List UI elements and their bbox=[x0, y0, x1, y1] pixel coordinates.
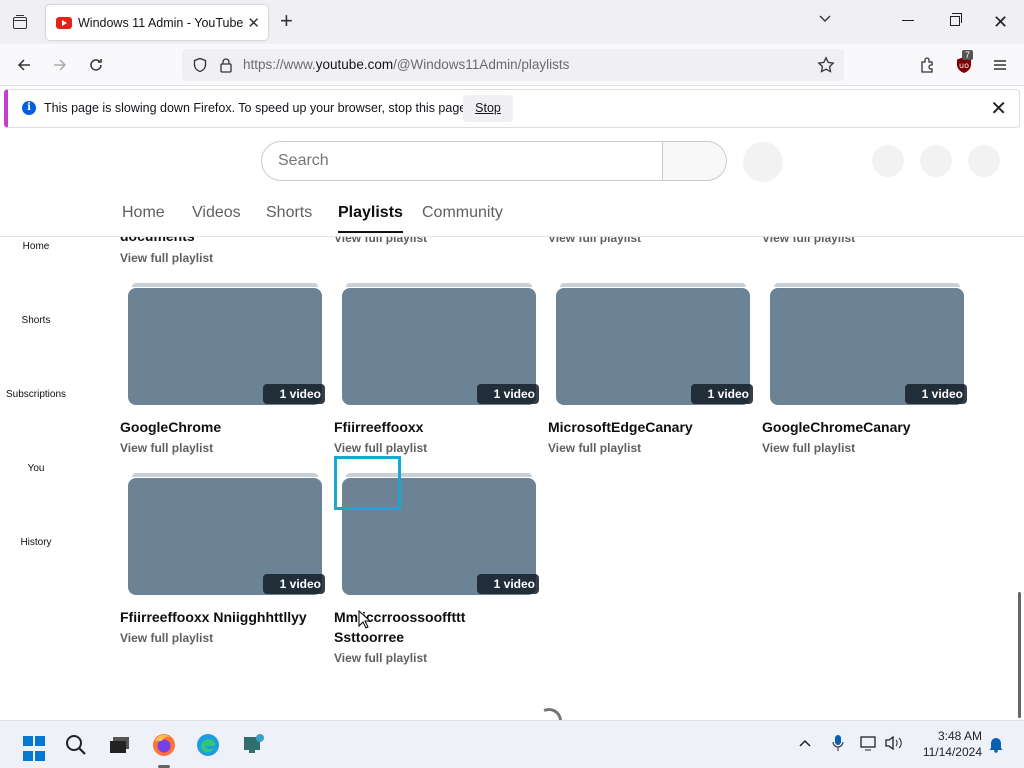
video-count-badge: 1 video bbox=[477, 384, 539, 404]
back-arrow-icon[interactable] bbox=[12, 53, 36, 77]
tracking-shield-icon[interactable] bbox=[188, 53, 212, 77]
windows-taskbar: 3:48 AM 11/14/2024 bbox=[0, 720, 1024, 768]
playlist-title[interactable]: GoogleChromeCanary bbox=[762, 417, 977, 437]
sidebar-item-you[interactable]: You bbox=[0, 463, 72, 474]
view-full-playlist-link[interactable]: View full playlist bbox=[120, 631, 213, 645]
search-button[interactable] bbox=[663, 141, 727, 181]
bookmark-star-icon[interactable] bbox=[814, 53, 838, 77]
network-icon[interactable] bbox=[860, 735, 878, 754]
tab-playlists[interactable]: Playlists bbox=[338, 204, 403, 233]
browser-tab-active[interactable]: Windows 11 Admin - YouTube ✕ bbox=[46, 5, 268, 40]
system-clock[interactable]: 3:48 AM 11/14/2024 bbox=[912, 728, 982, 760]
page-scrollbar[interactable] bbox=[1018, 592, 1021, 718]
view-full-playlist-link[interactable]: View full playlist bbox=[120, 251, 213, 265]
volume-icon[interactable] bbox=[884, 735, 904, 754]
window-restore-button[interactable] bbox=[950, 13, 962, 26]
notification-close-icon[interactable]: ✕ bbox=[990, 96, 1007, 121]
mouse-cursor-icon bbox=[358, 610, 372, 629]
extensions-puzzle-icon[interactable] bbox=[916, 53, 940, 77]
view-full-playlist-link[interactable]: View full playlist bbox=[120, 441, 213, 455]
reload-icon[interactable] bbox=[84, 53, 108, 77]
svg-text:uo: uo bbox=[959, 61, 969, 70]
window-minimize-button[interactable] bbox=[902, 20, 914, 21]
sidebar-item-subscriptions[interactable]: Subscriptions bbox=[0, 389, 72, 400]
loading-spinner-icon bbox=[532, 704, 566, 720]
notification-message: This page is slowing down Firefox. To sp… bbox=[44, 101, 470, 115]
youtube-favicon-icon bbox=[56, 16, 72, 29]
tab-community[interactable]: Community bbox=[422, 204, 503, 222]
chevron-up-icon[interactable] bbox=[798, 736, 812, 752]
screen: Windows 11 Admin - YouTube ✕ + ✕ https:/… bbox=[0, 0, 1024, 768]
view-full-playlist-link[interactable]: View full playlist bbox=[548, 441, 641, 455]
notification-bell-icon[interactable] bbox=[988, 735, 1004, 756]
clock-time: 3:48 AM bbox=[937, 729, 982, 743]
sidebar-item-history[interactable]: History bbox=[0, 537, 72, 548]
video-count-badge: 1 video bbox=[691, 384, 753, 404]
view-full-playlist-link[interactable]: View full playlist bbox=[334, 651, 427, 665]
create-button[interactable] bbox=[872, 145, 904, 177]
forward-arrow-icon[interactable] bbox=[48, 53, 72, 77]
voice-search-button[interactable] bbox=[743, 142, 783, 182]
search-icon[interactable] bbox=[62, 731, 90, 759]
tab-shorts[interactable]: Shorts bbox=[266, 204, 312, 222]
chevron-down-icon[interactable] bbox=[818, 12, 832, 31]
sidebar-item-shorts[interactable]: Shorts bbox=[0, 315, 72, 326]
stop-button[interactable]: Stop bbox=[463, 95, 513, 122]
avatar[interactable] bbox=[968, 145, 1000, 177]
playlist-title[interactable]: Mmiiccrroossooffttt Ssttoorree bbox=[334, 607, 474, 647]
remote-desktop-icon[interactable] bbox=[240, 731, 268, 759]
notifications-button[interactable] bbox=[920, 145, 952, 177]
clock-date: 11/14/2024 bbox=[922, 745, 982, 759]
window-close-button[interactable]: ✕ bbox=[993, 12, 1008, 33]
view-full-playlist-link[interactable]: View full playlist bbox=[334, 441, 427, 455]
video-count-badge: 1 video bbox=[905, 384, 967, 404]
video-count-badge: 1 video bbox=[477, 574, 539, 594]
playlist-title[interactable]: MicrosoftEdgeCanary bbox=[548, 417, 763, 437]
slow-page-notification: i This page is slowing down Firefox. To … bbox=[4, 89, 1020, 128]
sidebar-item-home[interactable]: Home bbox=[0, 241, 72, 252]
tab-title: Windows 11 Admin - YouTube bbox=[78, 15, 244, 30]
browser-tab-bar: Windows 11 Admin - YouTube ✕ + ✕ bbox=[0, 0, 1024, 44]
youtube-page: Home Videos Shorts Playlists Community d… bbox=[0, 130, 1024, 720]
tab-home[interactable]: Home bbox=[122, 204, 165, 222]
url-bar[interactable]: https://www.youtube.com/@Windows11Admin/… bbox=[182, 49, 844, 81]
channel-tabs: Home Videos Shorts Playlists Community bbox=[0, 200, 1024, 237]
tab-close-icon[interactable]: ✕ bbox=[247, 14, 260, 32]
list-all-tabs-icon[interactable] bbox=[8, 10, 32, 34]
microphone-icon[interactable] bbox=[832, 734, 844, 755]
windows-start-icon[interactable] bbox=[20, 734, 48, 762]
info-icon: i bbox=[22, 101, 36, 115]
task-view-icon[interactable] bbox=[106, 731, 134, 759]
hamburger-menu-icon[interactable] bbox=[988, 53, 1012, 77]
video-count-badge: 1 video bbox=[263, 574, 325, 594]
extension-badge: 7 bbox=[962, 50, 974, 60]
video-count-badge: 1 video bbox=[263, 384, 325, 404]
search-input[interactable] bbox=[261, 141, 663, 181]
browser-nav-bar: https://www.youtube.com/@Windows11Admin/… bbox=[0, 44, 1024, 86]
selection-highlight-box bbox=[334, 456, 401, 510]
new-tab-button[interactable]: + bbox=[280, 9, 293, 33]
url-text: https://www.youtube.com/@Windows11Admin/… bbox=[243, 57, 570, 72]
view-full-playlist-link[interactable]: View full playlist bbox=[762, 441, 855, 455]
lock-icon[interactable] bbox=[214, 53, 238, 77]
playlist-title[interactable]: GoogleChrome bbox=[120, 417, 335, 437]
playlist-title[interactable]: Ffiirreeffooxx Nniigghhttllyy bbox=[120, 607, 335, 627]
tab-videos[interactable]: Videos bbox=[192, 204, 241, 222]
playlist-title[interactable]: Ffiirreeffooxx bbox=[334, 417, 549, 437]
edge-icon[interactable] bbox=[194, 731, 222, 759]
firefox-icon[interactable] bbox=[150, 731, 178, 759]
